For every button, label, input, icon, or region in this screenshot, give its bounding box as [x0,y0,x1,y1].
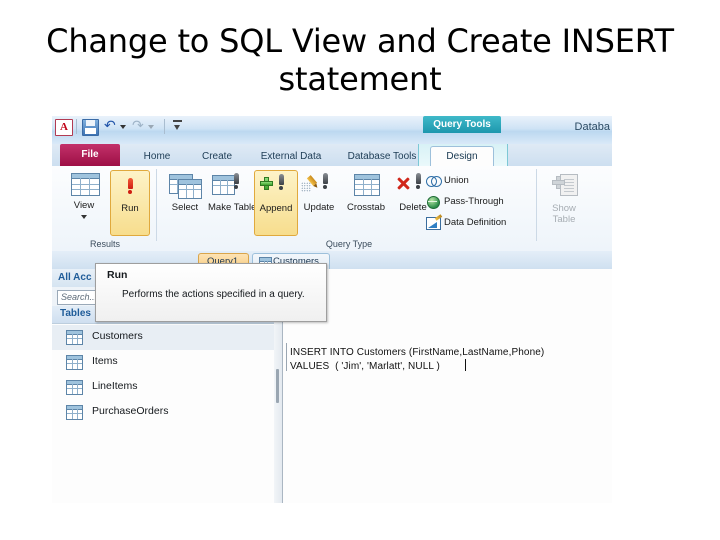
save-icon[interactable] [82,119,99,136]
redo-dropdown-icon[interactable] [148,125,154,129]
nav-item-lineitems[interactable]: LineItems [52,375,274,400]
ribbon: View Run Results Select Make Table Appen… [52,166,612,252]
select-query-button[interactable]: Select [164,170,206,234]
slide: Change to SQL View and Create INSERT sta… [0,0,720,540]
data-definition-menu-item[interactable]: Data Definition [426,217,507,230]
table-icon [66,355,83,370]
tab-design[interactable]: Design [430,146,494,168]
sql-statement-text[interactable]: INSERT INTO Customers (FirstName,LastNam… [290,346,544,374]
table-icon [66,380,83,395]
title-bar: A ↶ ↷ Query Tools Databa [52,116,612,144]
crosstab-query-icon [354,174,380,196]
nav-group-tables-label: Tables [60,308,91,319]
make-table-query-label: Make Table [208,202,257,213]
append-exclamation-icon [277,174,285,190]
globe-icon [427,196,440,209]
tab-create[interactable]: Create [192,147,242,166]
show-table-label-1: Show [552,203,576,214]
run-exclamation-icon [126,178,134,195]
nav-item-lineitems-label: LineItems [92,380,138,392]
run-button-label: Run [121,203,139,214]
delete-x-icon [397,177,410,190]
access-logo-icon: A [55,119,73,136]
query-type-group-label: Query Type [325,239,373,249]
select-query-label: Select [171,202,199,213]
show-table-label-2: Table [552,214,576,225]
run-button[interactable]: Run [110,170,150,236]
append-plus-icon [260,177,273,190]
tab-home[interactable]: Home [134,147,180,166]
tab-database-tools[interactable]: Database Tools [340,147,424,166]
contextual-tab-group-label: Query Tools [423,116,501,133]
datasheet-icon [71,173,100,196]
nav-item-purchaseorders-label: PurchaseOrders [92,405,169,417]
sql-view-pane[interactable]: INSERT INTO Customers (FirstName,LastNam… [283,269,612,503]
customize-qat-icon[interactable] [173,120,182,133]
select-query-icon-back [178,179,202,199]
qat-separator-2 [164,119,165,134]
union-label: Union [444,175,469,186]
append-query-button[interactable]: Append [254,170,298,236]
update-exclamation-icon [321,173,329,189]
update-query-label: Update [303,202,335,213]
group-separator-2 [536,169,537,241]
show-table-icon [552,174,578,200]
redo-icon[interactable]: ↷ [132,119,144,133]
nav-item-purchaseorders[interactable]: PurchaseOrders [52,400,274,425]
tab-file[interactable]: File [60,144,120,166]
tooltip-title: Run [107,269,128,281]
make-table-query-button[interactable]: Make Table [208,170,257,234]
union-menu-item[interactable]: Union [426,175,469,187]
window-title: Databa [574,121,610,133]
view-button-label: View [73,200,95,211]
crosstab-query-button[interactable]: Crosstab [342,170,390,234]
pass-through-menu-item[interactable]: Pass-Through [427,196,504,209]
page-title: Change to SQL View and Create INSERT sta… [46,22,674,98]
undo-dropdown-icon[interactable] [120,125,126,129]
data-definition-icon [426,217,441,230]
view-dropdown-icon[interactable] [81,215,87,219]
ribbon-tab-strip: File Home Create External Data Database … [52,144,612,168]
nav-item-customers[interactable]: Customers [52,325,274,350]
update-query-button[interactable]: Update [298,170,340,234]
table-icon [66,405,83,420]
nav-item-customers-label: Customers [92,330,143,342]
undo-icon[interactable]: ↶ [104,119,116,133]
sql-pane-edge [286,343,287,371]
pass-through-label: Pass-Through [444,196,504,207]
tab-external-data[interactable]: External Data [252,147,330,166]
tooltip: Run Performs the actions specified in a … [95,263,327,322]
delete-exclamation-icon [414,173,422,189]
group-separator-1 [156,169,157,241]
crosstab-query-label: Crosstab [346,202,385,213]
table-icon [66,330,83,345]
access-screenshot: A ↶ ↷ Query Tools Databa File Home Creat… [52,116,612,503]
nav-item-items[interactable]: Items [52,350,274,375]
nav-item-items-label: Items [92,355,118,367]
splitter-grip [276,369,279,403]
append-query-label: Append [259,203,293,214]
make-table-exclamation-icon [232,173,240,189]
data-definition-label: Data Definition [444,217,507,228]
tooltip-body: Performs the actions specified in a quer… [122,289,305,300]
qat-separator [76,119,77,134]
results-group-label: Results [89,239,120,249]
text-cursor [465,359,466,371]
show-table-button: Show Table [541,170,587,236]
navigation-pane-header-label: All Acc [58,272,92,283]
union-icon [426,176,442,187]
view-button[interactable]: View [62,170,106,234]
